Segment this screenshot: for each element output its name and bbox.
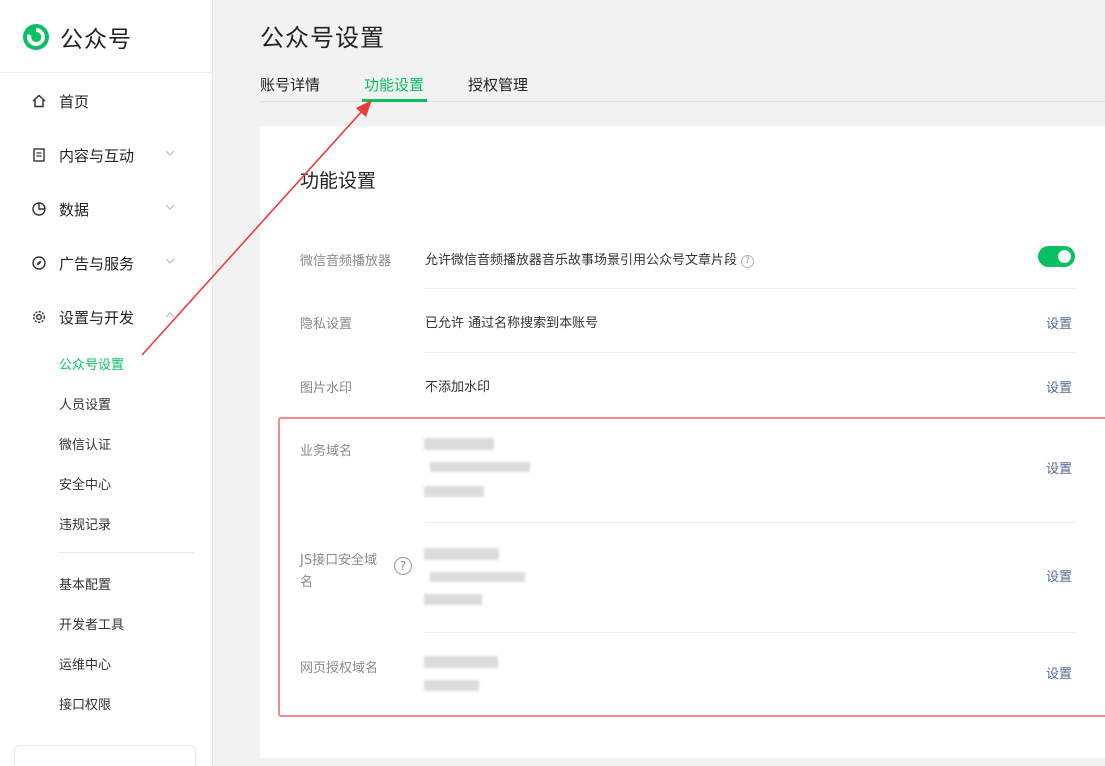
sidebar-item-home[interactable]: 首页 bbox=[30, 89, 190, 113]
row-label-oauth-domain: 网页授权域名 bbox=[300, 661, 379, 676]
sidebar-subitem-member-settings[interactable]: 人员设置 bbox=[59, 394, 111, 413]
sidebar-subitem-violation-records[interactable]: 违规记录 bbox=[59, 514, 111, 533]
tab-account-details[interactable]: 账号详情 bbox=[260, 74, 320, 95]
tab-authorization-management[interactable]: 授权管理 bbox=[468, 74, 528, 95]
row-divider bbox=[425, 352, 1075, 353]
sidebar-subitem-api-permissions[interactable]: 接口权限 bbox=[59, 694, 111, 713]
row-divider bbox=[425, 632, 1075, 633]
sidebar-subitem-wechat-verification[interactable]: 微信认证 bbox=[59, 434, 111, 453]
sidebar: 公众号 首页 内容与互动 数据 广告与服务 设置与开发 公众号设置 人员设置 微… bbox=[0, 0, 213, 766]
sidebar-item-label: 广告与服务 bbox=[59, 254, 135, 273]
card-title: 功能设置 bbox=[300, 170, 377, 192]
audio-player-toggle[interactable] bbox=[1038, 246, 1075, 267]
gear-icon bbox=[30, 308, 48, 326]
redacted-value bbox=[430, 462, 530, 472]
sidebar-item-settings-dev[interactable]: 设置与开发 bbox=[30, 305, 190, 329]
sidebar-item-label: 首页 bbox=[59, 92, 90, 111]
help-icon[interactable]: ? bbox=[394, 557, 412, 575]
sidebar-subitem-security-center[interactable]: 安全中心 bbox=[59, 474, 111, 493]
sidebar-subitem-ops-center[interactable]: 运维中心 bbox=[59, 654, 111, 673]
sidebar-item-label: 设置与开发 bbox=[59, 308, 135, 327]
sidebar-subitem-basic-config[interactable]: 基本配置 bbox=[59, 574, 111, 593]
compass-icon bbox=[30, 254, 48, 272]
chevron-down-icon bbox=[165, 150, 175, 156]
brand[interactable]: 公众号 bbox=[22, 20, 132, 54]
sidebar-item-content[interactable]: 内容与互动 bbox=[30, 143, 190, 167]
sidebar-item-label: 内容与互动 bbox=[59, 146, 135, 165]
sidebar-item-data[interactable]: 数据 bbox=[30, 197, 190, 221]
redacted-value bbox=[424, 594, 482, 605]
page-title: 公众号设置 bbox=[260, 24, 385, 52]
active-tab-indicator bbox=[362, 99, 427, 102]
sidebar-item-ads[interactable]: 广告与服务 bbox=[30, 251, 190, 275]
chevron-up-icon bbox=[165, 312, 175, 318]
tab-function-settings[interactable]: 功能设置 bbox=[364, 74, 424, 95]
chevron-down-icon bbox=[165, 204, 175, 210]
redacted-value bbox=[424, 680, 479, 691]
sidebar-subitem-account-settings[interactable]: 公众号设置 bbox=[59, 354, 124, 373]
home-icon bbox=[30, 92, 48, 110]
row-label-js-safe-domain: JS接口安全域名 bbox=[300, 553, 378, 590]
help-icon[interactable]: ? bbox=[741, 255, 755, 268]
watermark-settings-link[interactable]: 设置 bbox=[1046, 377, 1072, 396]
oauth-domain-settings-link[interactable]: 设置 bbox=[1046, 663, 1072, 682]
sidebar-item-label: 数据 bbox=[59, 200, 90, 219]
redacted-value bbox=[424, 486, 484, 497]
wechat-official-account-logo-icon bbox=[23, 24, 49, 50]
pie-chart-icon bbox=[30, 200, 48, 218]
row-value-watermark: 不添加水印 bbox=[425, 380, 491, 395]
sidebar-footer bbox=[14, 745, 196, 766]
tab-bar: 账号详情 功能设置 授权管理 bbox=[260, 74, 1105, 102]
sidebar-subitem-developer-tools[interactable]: 开发者工具 bbox=[59, 614, 124, 633]
row-label-business-domain: 业务域名 bbox=[300, 444, 353, 459]
row-value-privacy: 已允许 通过名称搜索到本账号 bbox=[425, 316, 599, 331]
row-label-privacy: 隐私设置 bbox=[300, 317, 353, 332]
brand-name: 公众号 bbox=[60, 27, 132, 53]
row-divider bbox=[425, 288, 1075, 289]
redacted-value bbox=[430, 572, 525, 582]
js-domain-settings-link[interactable]: 设置 bbox=[1046, 566, 1072, 585]
business-domain-settings-link[interactable]: 设置 bbox=[1046, 458, 1072, 477]
row-divider bbox=[425, 522, 1075, 523]
row-value-text: 允许微信音频播放器音乐故事场景引用公众号文章片段 bbox=[425, 253, 738, 268]
sidebar-divider bbox=[58, 552, 194, 553]
brand-divider bbox=[0, 72, 212, 73]
privacy-settings-link[interactable]: 设置 bbox=[1046, 313, 1072, 332]
document-icon bbox=[30, 146, 48, 164]
row-label-watermark: 图片水印 bbox=[300, 381, 353, 396]
redacted-value bbox=[424, 656, 498, 668]
row-label-audio-player: 微信音频播放器 bbox=[300, 254, 392, 269]
redacted-value bbox=[424, 548, 499, 560]
chevron-down-icon bbox=[165, 258, 175, 264]
redacted-value bbox=[424, 438, 494, 450]
row-value-audio-player: 允许微信音频播放器音乐故事场景引用公众号文章片段? bbox=[425, 249, 755, 268]
toggle-knob bbox=[1058, 250, 1071, 263]
